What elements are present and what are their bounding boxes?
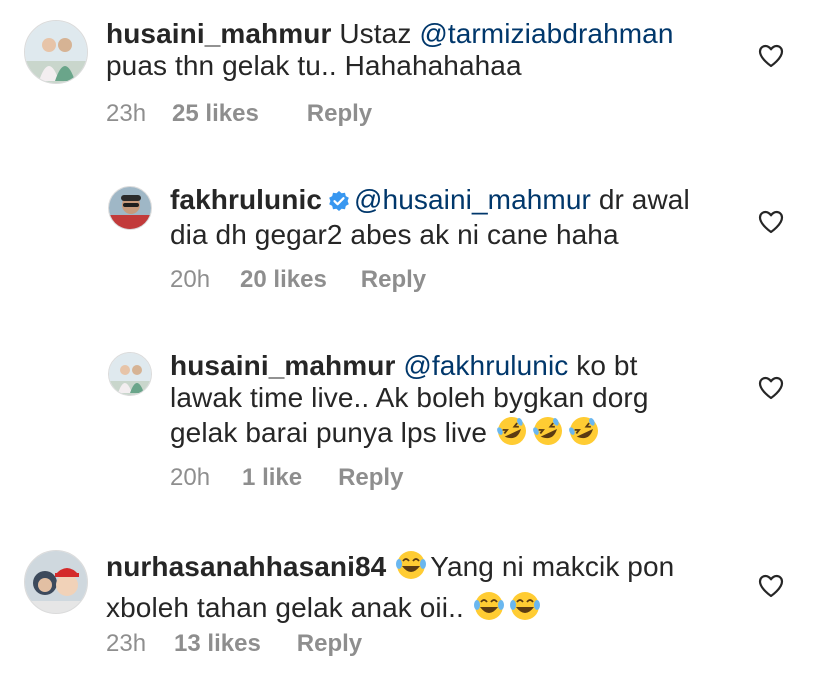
- heart-icon[interactable]: [758, 574, 784, 598]
- avatar[interactable]: [24, 20, 88, 84]
- comment-time: 23h: [106, 630, 147, 657]
- comment-meta: 23h 13 likes Reply: [106, 630, 362, 658]
- comment-line: puas thn gelak tu.. Hahahahahaa: [106, 50, 522, 81]
- likes-count[interactable]: 13 likes: [174, 630, 261, 658]
- comment-time: 20h: [170, 464, 211, 491]
- comment-meta: 20h 1 like Reply: [170, 464, 403, 492]
- likes-count[interactable]: 1 like: [242, 464, 302, 492]
- mention-link[interactable]: @husaini_mahmur: [354, 184, 591, 215]
- comment-meta: 23h 25 likes Reply: [106, 100, 372, 128]
- comment-line: xboleh tahan gelak anak oii..: [106, 592, 464, 623]
- rolling-laughing-emoji-icon: [495, 414, 529, 455]
- avatar[interactable]: [24, 550, 88, 614]
- comment-username[interactable]: fakhrulunic: [170, 184, 322, 215]
- heart-icon[interactable]: [758, 44, 784, 68]
- rolling-laughing-emoji-icon: [567, 414, 601, 455]
- likes-count[interactable]: 20 likes: [240, 266, 327, 294]
- comment-text-pre: Ustaz: [339, 18, 420, 49]
- comment-text: husaini_mahmur @fakhrulunic ko bt lawak …: [170, 350, 750, 455]
- comment-time: 20h: [170, 266, 211, 293]
- comment-username[interactable]: nurhasanahhasani84: [106, 551, 386, 582]
- comment-line: lawak time live.. Ak boleh bygkan dorg: [170, 382, 649, 413]
- comment-text: fakhrulunic @husaini_mahmur dr awal dia d…: [170, 184, 750, 251]
- heart-icon[interactable]: [758, 376, 784, 400]
- comment-text-post: dr awal: [590, 184, 690, 215]
- reply-button[interactable]: Reply: [297, 630, 362, 658]
- rolling-laughing-emoji-icon: [531, 414, 565, 455]
- avatar[interactable]: [108, 186, 152, 230]
- likes-count[interactable]: 25 likes: [172, 100, 259, 128]
- verified-badge-icon: [328, 187, 350, 219]
- comment-username[interactable]: husaini_mahmur: [106, 18, 331, 49]
- mention-link[interactable]: @tarmiziabdrahman: [419, 18, 673, 49]
- comment-username[interactable]: husaini_mahmur: [170, 350, 395, 381]
- heart-icon[interactable]: [758, 210, 784, 234]
- tears-of-joy-emoji-icon: [394, 548, 428, 589]
- comment-text: nurhasanahhasani84 Yang ni makcik pon xb…: [106, 548, 746, 630]
- avatar[interactable]: [108, 352, 152, 396]
- comment-line: dia dh gegar2 abes ak ni cane haha: [170, 219, 619, 250]
- tears-of-joy-emoji-icon: [508, 589, 542, 630]
- comment-text: husaini_mahmur Ustaz @tarmiziabdrahman p…: [106, 18, 746, 82]
- comment-meta: 20h 20 likes Reply: [170, 266, 426, 294]
- reply-button[interactable]: Reply: [307, 100, 372, 128]
- reply-button[interactable]: Reply: [361, 266, 426, 294]
- comment-line: gelak barai punya lps live: [170, 417, 488, 448]
- mention-link[interactable]: @fakhrulunic: [403, 350, 568, 381]
- reply-button[interactable]: Reply: [338, 464, 403, 492]
- comment-text-post: ko bt: [568, 350, 638, 381]
- comment-time: 23h: [106, 100, 147, 127]
- comment-text-post: Yang ni makcik pon: [430, 551, 675, 582]
- tears-of-joy-emoji-icon: [472, 589, 506, 630]
